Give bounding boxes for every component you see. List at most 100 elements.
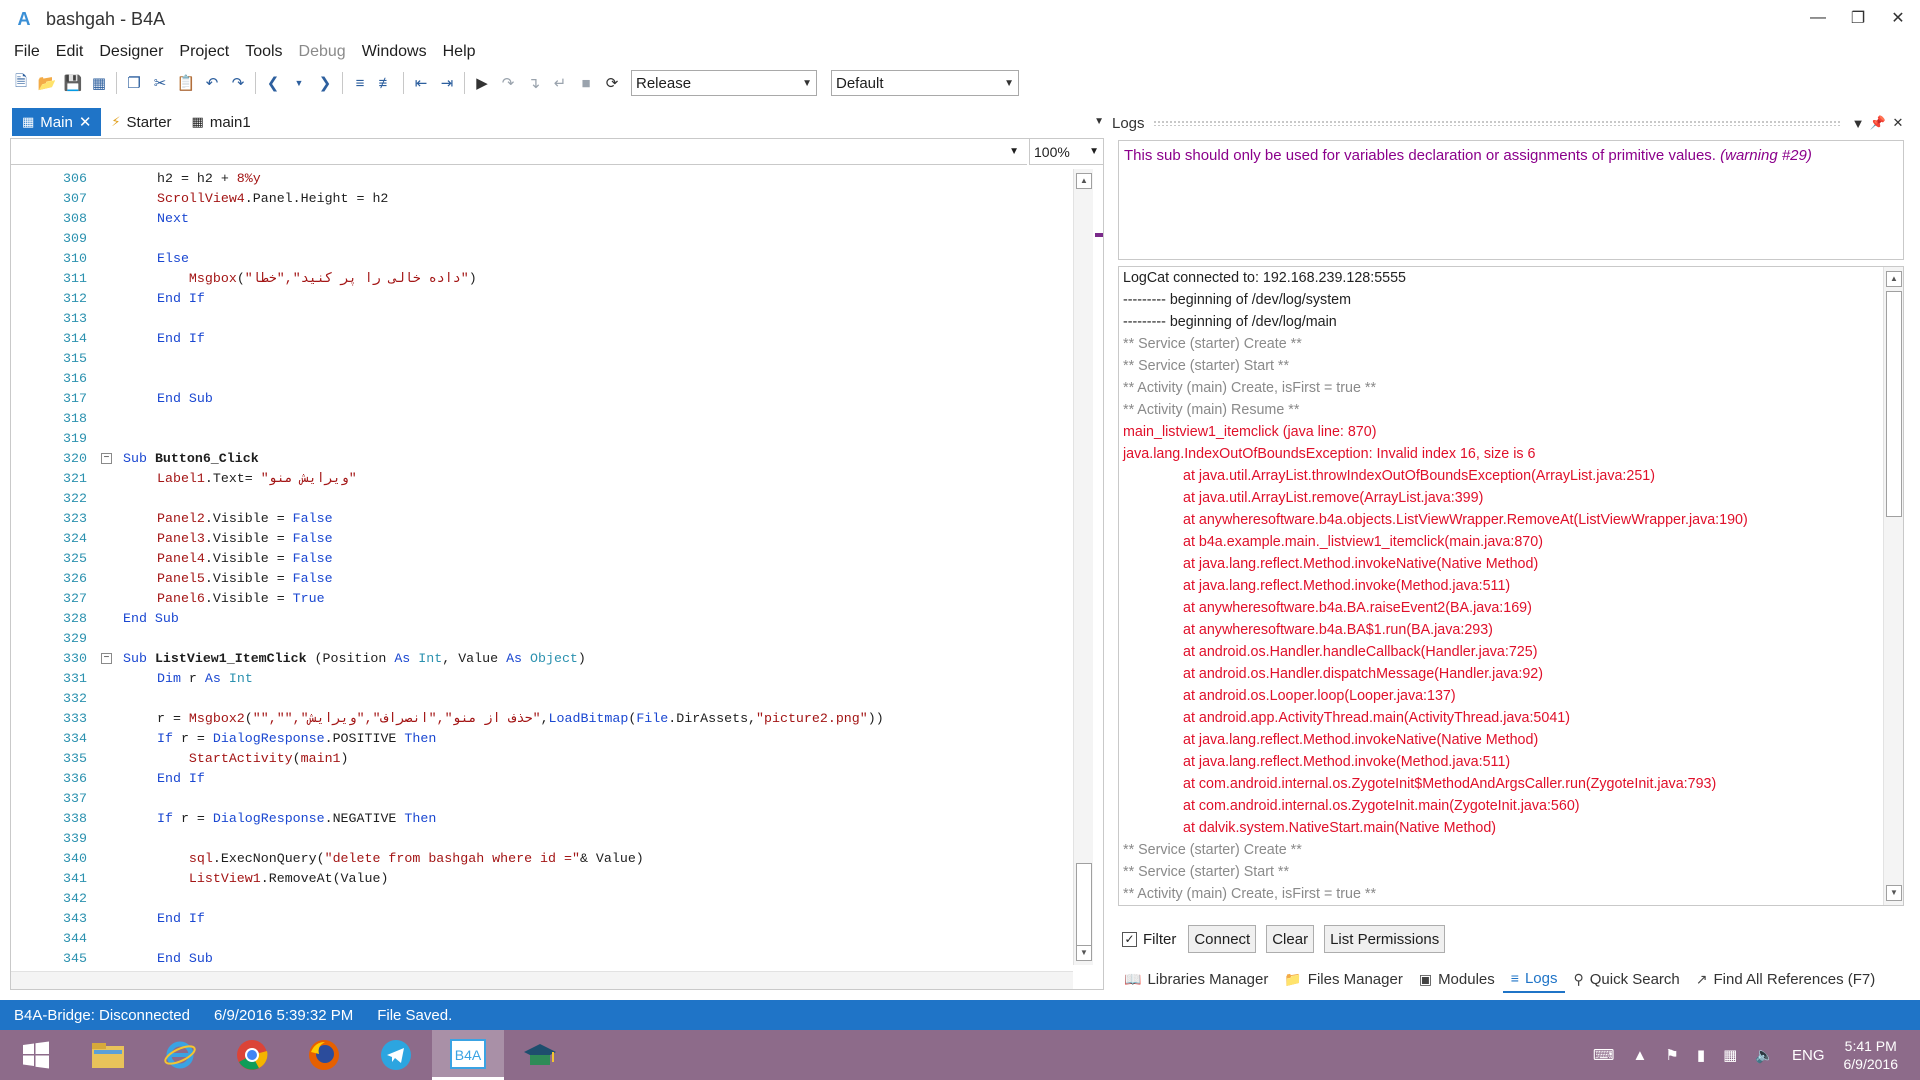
taskbar-b4a[interactable]: B4A <box>432 1030 504 1080</box>
navigate-back-icon[interactable]: ❮ <box>260 70 286 96</box>
language-indicator[interactable]: ENG <box>1792 1047 1825 1064</box>
code-line[interactable]: 329 <box>11 629 1071 649</box>
scroll-down-icon[interactable]: ▼ <box>1886 885 1902 901</box>
warning-code[interactable]: (warning #29) <box>1720 147 1812 164</box>
editor-vertical-scrollbar[interactable]: ▲ ▼ <box>1073 169 1093 965</box>
new-file-icon[interactable]: 🗎 <box>8 70 34 96</box>
code-line[interactable]: 327 Panel6.Visible = True <box>11 589 1071 609</box>
menu-edit[interactable]: Edit <box>48 43 92 61</box>
tab-starter[interactable]: ⚡ Starter <box>101 108 181 136</box>
code-line[interactable]: 338 If r = DialogResponse.NEGATIVE Then <box>11 809 1071 829</box>
open-file-icon[interactable]: 📂 <box>34 70 60 96</box>
code-line[interactable]: 321 Label1.Text= "ویرایش منو" <box>11 469 1071 489</box>
tab-logs[interactable]: ≡ Logs <box>1502 965 1566 993</box>
sub-select[interactable]: ▼ <box>11 139 1027 165</box>
taskbar-chrome[interactable] <box>216 1030 288 1080</box>
collapse-icon[interactable]: − <box>101 653 112 664</box>
close-icon[interactable]: ✕ <box>1888 115 1908 131</box>
code-line[interactable]: 309 <box>11 229 1071 249</box>
close-button[interactable]: ✕ <box>1878 4 1918 32</box>
scroll-thumb[interactable] <box>1076 863 1092 949</box>
code-line[interactable]: 319 <box>11 429 1071 449</box>
code-line[interactable]: 337 <box>11 789 1071 809</box>
code-line[interactable]: 332 <box>11 689 1071 709</box>
tab-files-manager[interactable]: 📁 Files Manager <box>1276 965 1410 993</box>
copy-icon[interactable]: ❐ <box>121 70 147 96</box>
taskbar-internet-explorer[interactable] <box>144 1030 216 1080</box>
chevron-down-icon[interactable]: ▼ <box>286 70 312 96</box>
paste-icon[interactable]: 📋 <box>173 70 199 96</box>
battery-icon[interactable]: ▮ <box>1697 1046 1705 1064</box>
save-icon[interactable]: 💾 <box>60 70 86 96</box>
chevron-down-icon[interactable]: ▼ <box>1848 116 1868 131</box>
code-line[interactable]: 307 ScrollView4.Panel.Height = h2 <box>11 189 1071 209</box>
undo-icon[interactable]: ↶ <box>199 70 225 96</box>
device-select[interactable]: Default ▼ <box>831 70 1019 96</box>
keyboard-icon[interactable]: ⌨ <box>1593 1046 1615 1064</box>
scroll-up-icon[interactable]: ▲ <box>1076 173 1092 189</box>
code-line[interactable]: 330 − Sub ListView1_ItemClick (Position As… <box>11 649 1071 669</box>
menu-help[interactable]: Help <box>435 43 484 61</box>
menu-windows[interactable]: Windows <box>354 43 435 61</box>
uncomment-icon[interactable]: ≢ <box>373 70 399 96</box>
volume-icon[interactable]: 🔈 <box>1755 1046 1774 1064</box>
signal-icon[interactable]: ▦ <box>1723 1046 1737 1064</box>
connect-button[interactable]: Connect <box>1188 925 1257 953</box>
code-line[interactable]: 325 Panel4.Visible = False <box>11 549 1071 569</box>
code-line[interactable]: 322 <box>11 489 1071 509</box>
panel-grip[interactable] <box>1152 120 1840 126</box>
pin-icon[interactable]: 📌 <box>1868 115 1888 131</box>
code-line[interactable]: 331 Dim r As Int <box>11 669 1071 689</box>
chevron-up-icon[interactable]: ▲ <box>1633 1047 1648 1064</box>
step-in-icon[interactable]: ↴ <box>521 70 547 96</box>
code-line[interactable]: 317 End Sub <box>11 389 1071 409</box>
editor-horizontal-scrollbar[interactable] <box>11 971 1073 989</box>
taskbar-graduation-app[interactable] <box>504 1030 576 1080</box>
code-line[interactable]: 320 − Sub Button6_Click <box>11 449 1071 469</box>
tab-modules[interactable]: ▣ Modules <box>1411 965 1503 993</box>
chevron-down-icon[interactable]: ▼ <box>1094 116 1104 127</box>
scroll-thumb[interactable] <box>1886 291 1902 517</box>
code-line[interactable]: 342 <box>11 889 1071 909</box>
tab-quick-search[interactable]: ⚲ Quick Search <box>1565 965 1687 993</box>
code-line[interactable]: 334 If r = DialogResponse.POSITIVE Then <box>11 729 1071 749</box>
code-line[interactable]: 308 Next <box>11 209 1071 229</box>
code-line[interactable]: 323 Panel2.Visible = False <box>11 509 1071 529</box>
run-icon[interactable]: ▶ <box>469 70 495 96</box>
zoom-select[interactable]: 100% ▼ <box>1029 139 1103 165</box>
code-line[interactable]: 326 Panel5.Visible = False <box>11 569 1071 589</box>
list-permissions-button[interactable]: List Permissions <box>1324 925 1446 953</box>
restore-button[interactable]: ❐ <box>1838 4 1878 32</box>
code-line[interactable]: 341 ListView1.RemoveAt(Value) <box>11 869 1071 889</box>
save-all-icon[interactable]: ▦ <box>86 70 112 96</box>
indent-icon[interactable]: ⇥ <box>434 70 460 96</box>
code-line[interactable]: 335 StartActivity(main1) <box>11 749 1071 769</box>
tab-find-all-references[interactable]: ↗ Find All References (F7) <box>1688 965 1883 993</box>
taskbar-file-explorer[interactable] <box>72 1030 144 1080</box>
code-line[interactable]: 311 Msgbox("داده خالی را پر کنید","خطا") <box>11 269 1071 289</box>
redo-icon[interactable]: ↷ <box>225 70 251 96</box>
code-line[interactable]: 340 sql.ExecNonQuery("delete from bashga… <box>11 849 1071 869</box>
clear-button[interactable]: Clear <box>1266 925 1315 953</box>
restart-icon[interactable]: ⟳ <box>599 70 625 96</box>
start-button[interactable] <box>0 1030 72 1080</box>
stop-icon[interactable]: ■ <box>573 70 599 96</box>
code-line[interactable]: 345 End Sub <box>11 949 1071 969</box>
clock[interactable]: 5:41 PM 6/9/2016 <box>1844 1037 1899 1073</box>
comment-icon[interactable]: ≡ <box>347 70 373 96</box>
code-line[interactable]: 310 Else <box>11 249 1071 269</box>
code-line[interactable]: 316 <box>11 369 1071 389</box>
tab-main[interactable]: ▦ Main ✕ <box>12 108 102 136</box>
code-line[interactable]: 344 <box>11 929 1071 949</box>
code-line[interactable]: 343 End If <box>11 909 1071 929</box>
logs-vertical-scrollbar[interactable]: ▲ ▼ <box>1883 267 1903 905</box>
bridge-status[interactable]: B4A-Bridge: Disconnected <box>14 1007 190 1024</box>
menu-tools[interactable]: Tools <box>237 43 290 61</box>
menu-designer[interactable]: Designer <box>91 43 171 61</box>
code-line[interactable]: 333 r = Msgbox2("","","حذف از منو","انصرا… <box>11 709 1071 729</box>
close-icon[interactable]: ✕ <box>79 113 92 131</box>
code-line[interactable]: 339 <box>11 829 1071 849</box>
code-line[interactable]: 328 End Sub <box>11 609 1071 629</box>
menu-file[interactable]: File <box>6 43 48 61</box>
step-over-icon[interactable]: ↷ <box>495 70 521 96</box>
